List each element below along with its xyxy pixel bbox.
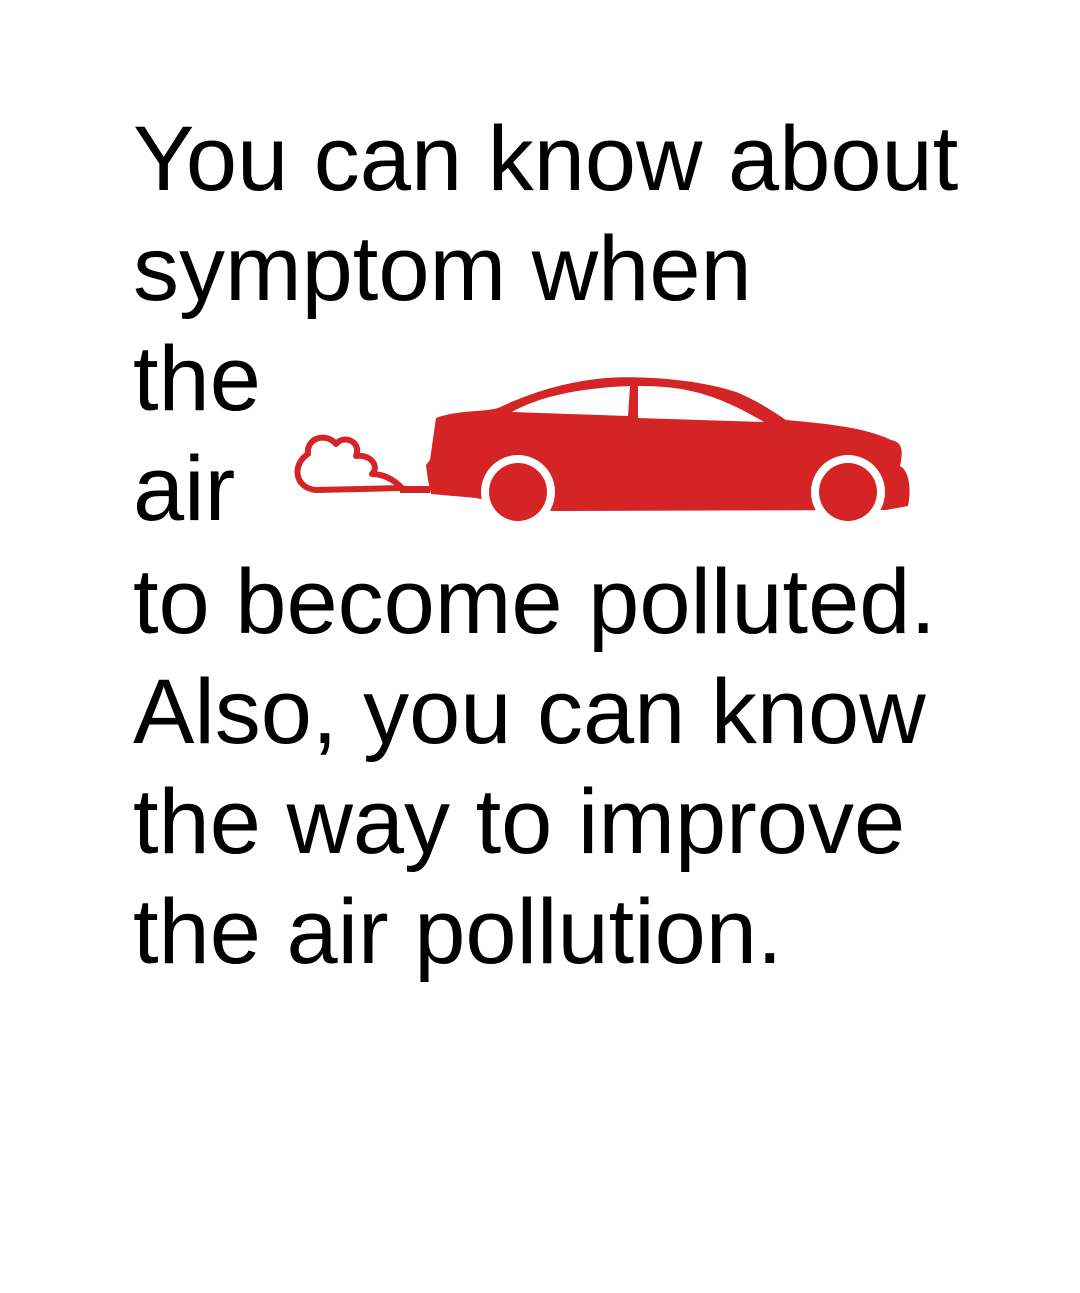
- message-line: air: [133, 438, 236, 540]
- exhaust-cloud-icon: [294, 434, 405, 493]
- rear-tire-icon: [489, 463, 547, 521]
- message-line: You can know about: [133, 108, 959, 210]
- message-line: the air pollution.: [133, 881, 783, 983]
- car-exhaust-icon: [294, 377, 910, 529]
- exhaust-pipe-icon: [400, 486, 430, 493]
- message-line: the: [133, 328, 261, 430]
- message-line: symptom when: [133, 218, 752, 320]
- message-line: Also, you can know: [133, 661, 926, 763]
- message-line: to become polluted.: [133, 551, 936, 653]
- front-tire-icon: [819, 463, 877, 521]
- message-line: the way to improve: [133, 771, 906, 873]
